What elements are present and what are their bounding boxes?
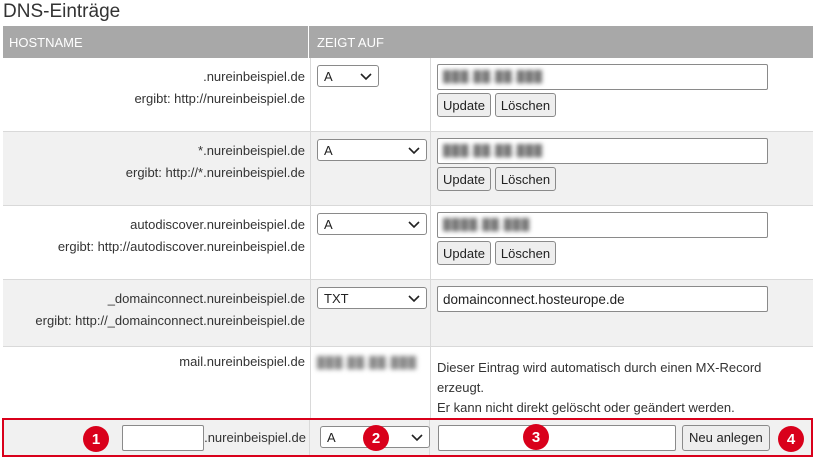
record-value-text: ███.██.██.███	[443, 71, 544, 83]
record-value-text: ███.██.██.███	[443, 145, 544, 157]
record-type-value: A	[327, 429, 336, 445]
mail-info-line: Dieser Eintrag wird automatisch durch ei…	[437, 360, 762, 375]
type-cell: TXT	[311, 280, 431, 346]
chevron-down-icon	[408, 147, 420, 155]
record-value-input[interactable]: ███.██.██.███	[437, 138, 768, 164]
value-cell: ████.██.███ Update Löschen	[431, 206, 813, 279]
record-type-value: A	[324, 216, 333, 232]
delete-button[interactable]: Löschen	[494, 241, 557, 265]
hostname-cell: *.nureinbeispiel.de ergibt: http://*.nur…	[3, 132, 311, 205]
annotation-badge-1: 1	[83, 426, 109, 452]
hostname-result: ergibt: http://*.nureinbeispiel.de	[125, 165, 305, 180]
hostname-cell: _domainconnect.nureinbeispiel.de ergibt:…	[3, 280, 311, 346]
annotation-badge-4: 4	[778, 426, 804, 452]
record-type-select[interactable]: TXT	[317, 287, 427, 309]
record-value-text: domainconnect.hosteurope.de	[443, 291, 625, 307]
annotation-badge-3: 3	[523, 424, 549, 450]
column-header-hostname: HOSTNAME	[3, 26, 309, 58]
delete-button[interactable]: Löschen	[494, 167, 557, 191]
update-button[interactable]: Update	[437, 241, 491, 265]
chevron-down-icon	[408, 295, 420, 303]
value-cell: ███.██.██.███ Update Löschen	[431, 132, 813, 205]
chevron-down-icon	[360, 73, 372, 81]
mail-info-text: Dieser Eintrag wird automatisch durch ei…	[437, 353, 813, 418]
delete-button[interactable]: Löschen	[494, 93, 557, 117]
dns-table: HOSTNAME ZEIGT AUF .nureinbeispiel.de er…	[3, 26, 813, 421]
type-cell: A	[311, 58, 431, 131]
mail-info-line: Er kann nicht direkt gelöscht oder geänd…	[437, 400, 735, 415]
hostname-cell: autodiscover.nureinbeispiel.de ergibt: h…	[3, 206, 311, 279]
create-button[interactable]: Neu anlegen	[682, 424, 770, 451]
hostname-cell: mail.nureinbeispiel.de	[3, 347, 311, 421]
table-row: _domainconnect.nureinbeispiel.de ergibt:…	[3, 280, 813, 347]
new-value-cell: Neu anlegen	[430, 420, 811, 455]
hostname-cell: .nureinbeispiel.de ergibt: http://nurein…	[3, 58, 311, 131]
type-cell: ███.██.██.███	[311, 347, 431, 421]
record-type-value: TXT	[324, 290, 349, 306]
hostname-text: autodiscover.nureinbeispiel.de	[130, 217, 305, 232]
hostname-result: ergibt: http://nureinbeispiel.de	[134, 91, 305, 106]
new-record-value-input[interactable]	[438, 424, 676, 451]
value-cell: ███.██.██.███ Update Löschen	[431, 58, 813, 131]
type-cell: A	[311, 132, 431, 205]
chevron-down-icon	[411, 434, 423, 442]
table-row: *.nureinbeispiel.de ergibt: http://*.nur…	[3, 132, 813, 206]
table-header: HOSTNAME ZEIGT AUF	[3, 26, 813, 58]
record-type-select[interactable]: A	[317, 65, 379, 87]
mail-info-line: erzeugt.	[437, 380, 484, 395]
domain-suffix: .nureinbeispiel.de	[204, 430, 306, 445]
record-type-select[interactable]: A	[317, 139, 427, 161]
record-value-input[interactable]: ████.██.███	[437, 212, 768, 238]
update-button[interactable]: Update	[437, 93, 491, 117]
column-header-target: ZEIGT AUF	[317, 34, 384, 50]
record-value-text: ████.██.███	[443, 219, 531, 231]
type-cell: A	[311, 206, 431, 279]
record-type-value: A	[324, 142, 333, 158]
table-row: .nureinbeispiel.de ergibt: http://nurein…	[3, 58, 813, 132]
record-type-select[interactable]: A	[317, 213, 427, 235]
mail-ip-text: ███.██.██.███	[317, 357, 418, 369]
hostname-result: ergibt: http://autodiscover.nureinbeispi…	[57, 239, 305, 254]
hostname-text: *.nureinbeispiel.de	[198, 143, 305, 158]
new-entry-row: .nureinbeispiel.de A Neu anlegen	[2, 418, 813, 457]
hostname-text: .nureinbeispiel.de	[203, 69, 305, 84]
hostname-result: ergibt: http://_domainconnect.nureinbeis…	[35, 313, 305, 328]
new-hostname-cell: .nureinbeispiel.de	[4, 420, 310, 455]
page-title: DNS-Einträge	[3, 1, 121, 22]
update-button[interactable]: Update	[437, 167, 491, 191]
value-cell: domainconnect.hosteurope.de	[431, 280, 813, 346]
chevron-down-icon	[408, 221, 420, 229]
record-value-input[interactable]: ███.██.██.███	[437, 64, 768, 90]
record-value-input[interactable]: domainconnect.hosteurope.de	[437, 286, 768, 312]
value-cell: Dieser Eintrag wird automatisch durch ei…	[431, 347, 813, 421]
annotation-badge-2: 2	[363, 425, 389, 451]
new-hostname-input[interactable]	[122, 424, 205, 451]
hostname-text: mail.nureinbeispiel.de	[179, 354, 305, 369]
hostname-text: _domainconnect.nureinbeispiel.de	[107, 291, 305, 306]
table-row: mail.nureinbeispiel.de ███.██.██.███ Die…	[3, 347, 813, 421]
table-row: autodiscover.nureinbeispiel.de ergibt: h…	[3, 206, 813, 280]
record-type-value: A	[324, 68, 333, 84]
